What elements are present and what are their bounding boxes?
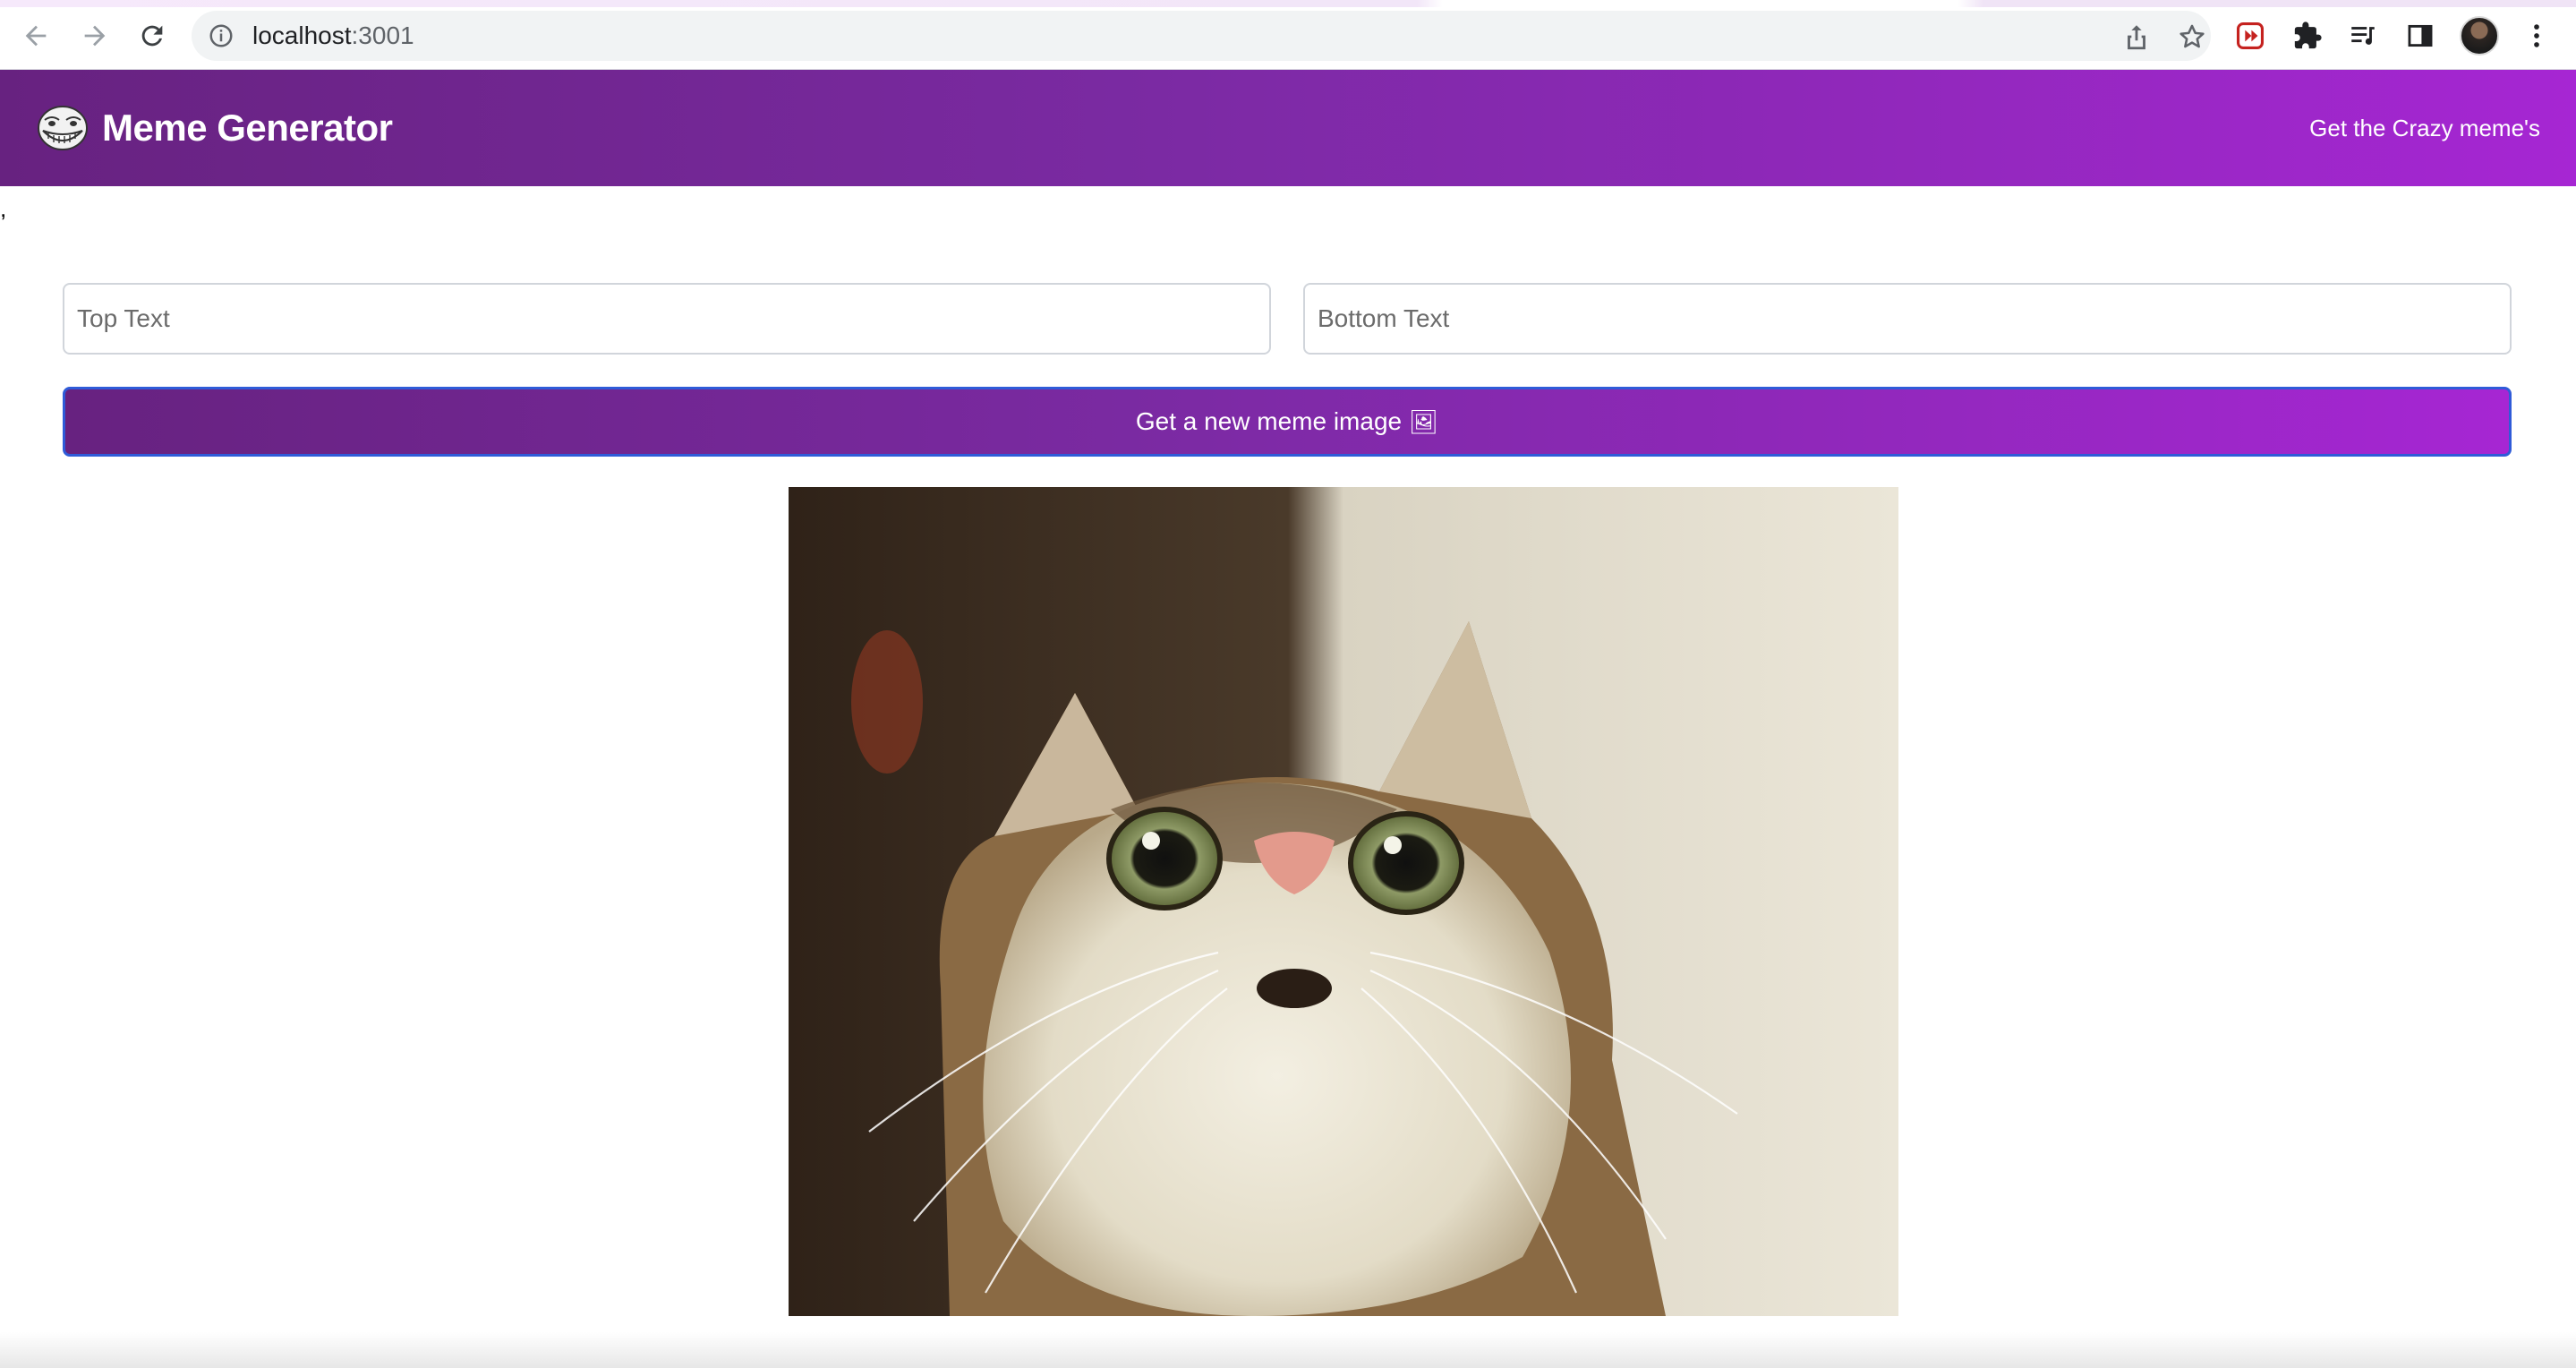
framed-picture-icon: 🖼 xyxy=(1409,407,1439,435)
star-icon[interactable] xyxy=(2177,21,2207,52)
meme-image xyxy=(789,487,1898,1316)
side-panel-icon xyxy=(2408,24,2433,47)
kebab-menu-icon xyxy=(2534,24,2539,47)
get-new-meme-label: Get a new meme image xyxy=(1135,407,1403,435)
bottom-text-input[interactable] xyxy=(1303,283,2512,355)
media-control-button[interactable] xyxy=(2345,18,2381,54)
surprised-cat-image xyxy=(789,487,1898,1316)
get-new-meme-button[interactable]: Get a new meme image 🖼 xyxy=(63,387,2512,457)
reload-button[interactable] xyxy=(132,16,172,56)
back-button[interactable] xyxy=(16,16,55,56)
url-text: localhost:3001 xyxy=(252,22,414,49)
extensions-button[interactable] xyxy=(2290,18,2325,54)
browser-menu-button[interactable] xyxy=(2519,18,2555,54)
arrow-left-icon xyxy=(25,25,47,47)
side-panel-button[interactable] xyxy=(2402,18,2438,54)
app-header: Meme Generator Get the Crazy meme's xyxy=(0,70,2576,186)
page-bottom-shadow xyxy=(0,1332,2576,1368)
video-extension-icon xyxy=(2236,21,2265,50)
top-text-input[interactable] xyxy=(63,283,1271,355)
header-tagline: Get the Crazy meme's xyxy=(2309,114,2540,141)
profile-avatar[interactable] xyxy=(2460,16,2499,56)
address-bar[interactable]: localhost:3001 xyxy=(192,11,2211,61)
text-inputs-row xyxy=(63,283,2512,355)
brand: Meme Generator xyxy=(36,104,393,152)
forward-button[interactable] xyxy=(75,16,115,56)
arrow-right-icon xyxy=(84,25,106,47)
troll-face-logo xyxy=(38,106,88,150)
media-playlist-icon xyxy=(2351,27,2375,45)
reload-icon xyxy=(141,25,163,47)
info-icon[interactable] xyxy=(208,22,235,49)
tab-strip-edge xyxy=(0,0,2576,7)
url-host: localhost xyxy=(252,21,352,49)
browser-toolbar: localhost:3001 xyxy=(0,0,2576,70)
app-title: Meme Generator xyxy=(102,107,393,149)
meme-form: Get a new meme image 🖼 xyxy=(63,283,2512,457)
url-port: :3001 xyxy=(351,21,414,49)
video-extension-button[interactable] xyxy=(2232,18,2268,54)
share-icon[interactable] xyxy=(2121,21,2152,52)
puzzle-icon xyxy=(2294,21,2322,49)
stray-text: , xyxy=(0,195,7,222)
